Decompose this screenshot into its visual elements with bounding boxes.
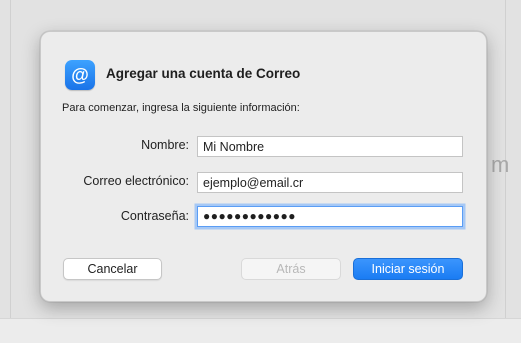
dialog-subtitle: Para comenzar, ingresa la siguiente info…	[62, 102, 300, 114]
mail-at-icon: @	[65, 60, 95, 90]
cancel-button[interactable]: Cancelar	[63, 258, 162, 280]
back-button[interactable]: Atrás	[241, 258, 341, 280]
email-field[interactable]	[197, 172, 463, 193]
name-field[interactable]	[197, 136, 463, 157]
password-field[interactable]: ●●●●●●●●●●●●	[197, 206, 463, 227]
email-label: Correo electrónico:	[83, 174, 189, 188]
backdrop-bottom-bar	[0, 318, 521, 343]
backdrop-divider-left	[10, 0, 11, 318]
add-mail-account-sheet: @ Agregar una cuenta de Correo Para come…	[40, 31, 487, 302]
password-label: Contraseña:	[120, 209, 189, 223]
name-label: Nombre:	[141, 138, 189, 152]
dialog-title: Agregar una cuenta de Correo	[106, 66, 301, 81]
sign-in-button[interactable]: Iniciar sesión	[353, 258, 463, 280]
background-text-fragment: m	[491, 152, 510, 177]
